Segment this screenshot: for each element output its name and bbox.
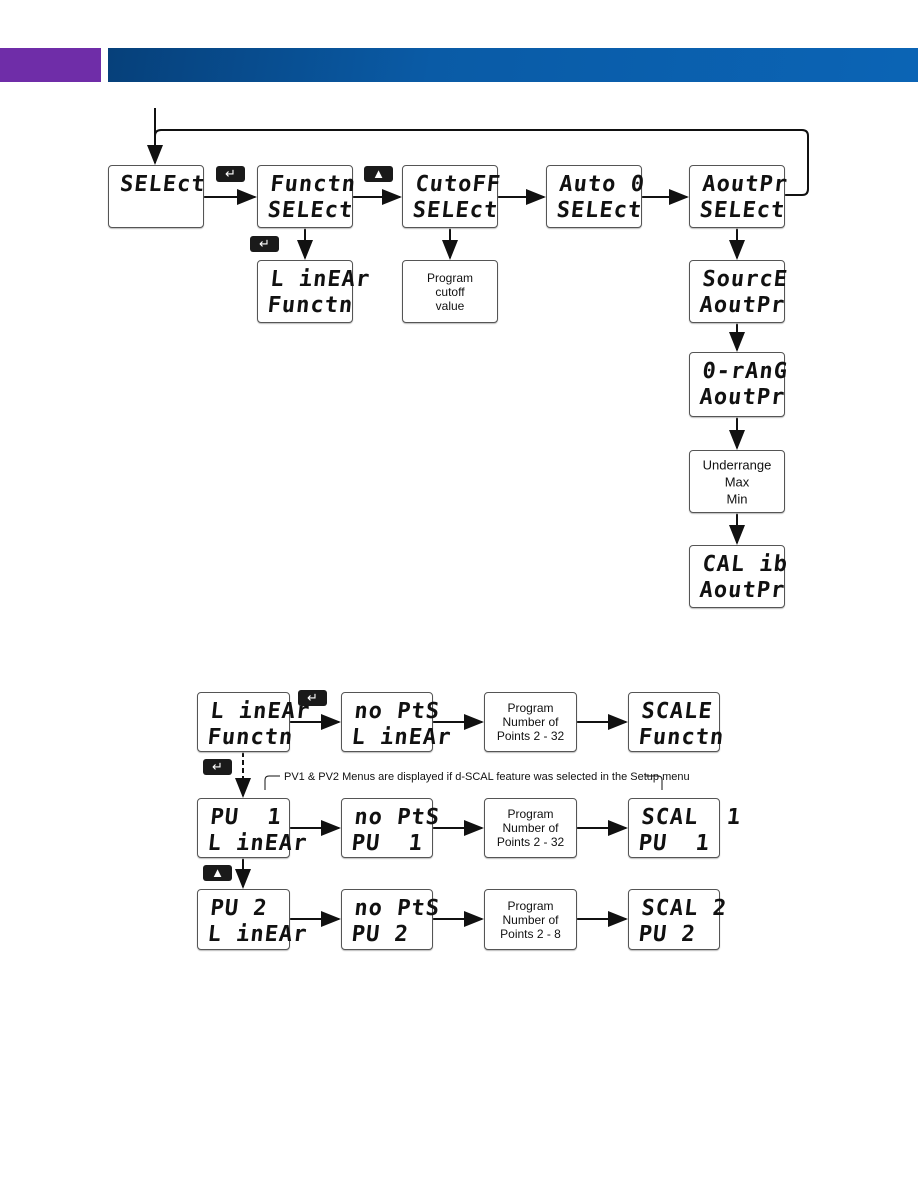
display-line: PU 2: [637, 922, 697, 947]
box-text: Program Number of Points 2 - 8: [500, 898, 561, 941]
display-pv2-linear: PU 2L inEAr: [197, 889, 309, 950]
display-orang-aoutpr: 0-rAnG AoutPr: [689, 352, 789, 417]
display-line: no PtS: [353, 896, 442, 921]
display-nopts-pv1: no PtS PU 1: [341, 798, 441, 858]
display-auto0-select: Auto 0 SELEct: [546, 165, 646, 228]
box-text: Program cutoff value: [426, 270, 473, 313]
underrange-box: Underrange Max Min: [689, 450, 785, 513]
display-nopts-pv2: no PtS PU 2: [341, 889, 441, 950]
display-line: AoutPr: [698, 385, 787, 410]
display-linear-functn-2: L inEAr Functn: [197, 692, 311, 752]
display-line: PU 2: [209, 896, 269, 921]
program-points-box: Program Number of Points 2 - 32: [484, 798, 577, 858]
enter-key-icon: ↵: [250, 236, 279, 252]
display-line: L inEAr: [209, 699, 312, 724]
display-line: SELEct: [118, 172, 207, 197]
display-line: Functn: [206, 725, 295, 750]
display-line: Functn: [637, 725, 726, 750]
display-line: SELEct: [555, 198, 644, 223]
display-line: AoutPr: [701, 172, 790, 197]
display-line: PU 2: [350, 922, 410, 947]
display-line: L inEAr: [206, 922, 309, 947]
display-scal2-pv2: SCAL 2 PU 2: [628, 889, 728, 950]
display-line: SELEct: [266, 198, 355, 223]
display-line: L inEAr: [269, 267, 372, 292]
display-line: Functn: [269, 172, 358, 197]
display-line: AoutPr: [698, 578, 787, 603]
display-line: PU 1: [350, 831, 425, 856]
program-points-box: Program Number of Points 2 - 32: [484, 692, 577, 752]
display-select: SELEct: [108, 165, 207, 228]
display-line: SELEct: [698, 198, 787, 223]
display-line: SCALE: [640, 699, 714, 724]
pv-menus-note: PV1 & PV2 Menus are displayed if d-SCAL …: [284, 771, 690, 783]
display-aoutpr-select: AoutPr SELEct: [689, 165, 789, 228]
display-line: AoutPr: [698, 293, 787, 318]
display-scale-functn: SCALE Functn: [628, 692, 725, 752]
display-line: SCAL 2: [640, 896, 729, 921]
display-line: PU 1: [637, 831, 712, 856]
page: SELEct Functn SELEct CutoFF SELEct Auto 0S…: [0, 0, 918, 1188]
box-text: Program Number of Points 2 - 32: [496, 807, 565, 849]
display-line: SourcE: [701, 267, 790, 292]
display-calib-aoutpr: CAL ib AoutPr: [689, 545, 789, 608]
display-line: Auto 0: [558, 172, 647, 197]
display-line: CutoFF: [414, 172, 503, 197]
display-cutoff-select: CutoFF SELEct: [402, 165, 502, 228]
box-text: Program Number of Points 2 - 32: [496, 701, 565, 743]
program-cutoff-box: Program cutoff value: [402, 260, 498, 323]
display-scal1-pv1: SCAL 1 PU 1: [628, 798, 742, 858]
display-functn-select: Functn SELEct: [257, 165, 357, 228]
display-pv1-linear: PU 1L inEAr: [197, 798, 309, 858]
display-line: 0-rAnG: [701, 359, 790, 384]
display-line: CAL ib: [701, 552, 790, 577]
display-source-aoutpr: SourcE AoutPr: [689, 260, 789, 323]
display-line: no PtS: [353, 805, 442, 830]
display-line: L inEAr: [206, 831, 309, 856]
up-arrow-key-icon: ▲: [203, 865, 232, 881]
box-text: Underrange Max Min: [702, 457, 772, 506]
program-points-box: Program Number of Points 2 - 8: [484, 889, 577, 950]
display-line: SELEct: [411, 198, 500, 223]
display-line: Functn: [266, 293, 355, 318]
display-line: L inEAr: [350, 725, 453, 750]
display-line: PU 1: [209, 805, 283, 830]
display-linear-functn: L inEAr Functn: [257, 260, 371, 323]
enter-key-icon: ↵: [203, 759, 232, 775]
display-line: no PtS: [353, 699, 442, 724]
enter-key-icon: ↵: [216, 166, 245, 182]
display-nopts-linear: no PtS L inEAr: [341, 692, 453, 752]
up-arrow-key-icon: ▲: [364, 166, 393, 182]
display-line: SCAL 1: [640, 805, 743, 830]
